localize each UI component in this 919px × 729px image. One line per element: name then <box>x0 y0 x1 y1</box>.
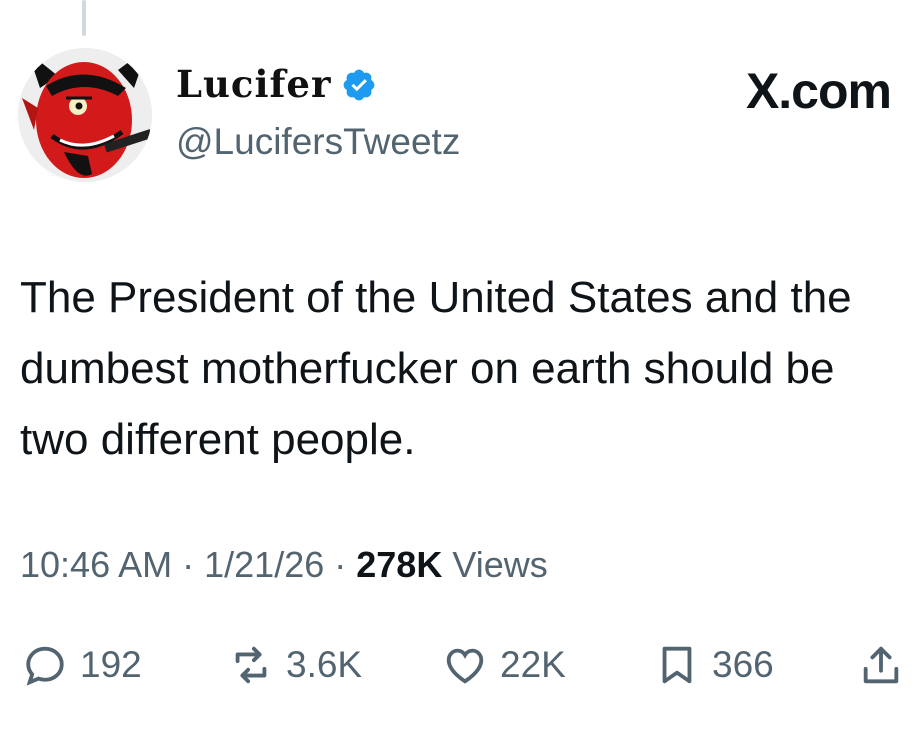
tweet-text: The President of the United States and t… <box>20 273 852 464</box>
tweet-date[interactable]: 1/21/26 <box>204 544 324 585</box>
repost-icon <box>235 646 267 684</box>
devil-avatar-image <box>18 48 152 182</box>
reply-icon <box>26 646 64 686</box>
reply-count: 192 <box>80 644 142 685</box>
user-handle[interactable]: @LucifersTweetz <box>176 123 460 160</box>
bookmark-icon <box>662 646 692 684</box>
repost-count: 3.6K <box>286 644 363 685</box>
share-icon <box>863 646 899 684</box>
avatar[interactable] <box>18 48 152 182</box>
views-count: 278K <box>356 544 443 585</box>
bookmark-count: 366 <box>712 644 774 685</box>
tweet-time[interactable]: 10:46 AM <box>20 544 172 585</box>
site-logo: X.com <box>745 63 892 119</box>
tweet-meta: 10:46 AM · 1/21/26 · 278K Views <box>20 547 548 583</box>
like-count: 22K <box>500 644 566 685</box>
bookmark-button[interactable]: 366 <box>654 642 774 688</box>
display-name-row[interactable]: Lucifer <box>176 66 377 103</box>
like-button[interactable]: 22K <box>442 642 566 688</box>
thread-connector <box>82 0 86 36</box>
separator-dot: · <box>334 544 357 585</box>
views-label: Views <box>452 544 548 585</box>
separator-dot: · <box>182 544 205 585</box>
reply-button[interactable]: 192 <box>22 642 142 688</box>
display-name: Lucifer <box>176 62 332 106</box>
tweet-actions-bar: 192 3.6K 22K 366 <box>0 642 919 698</box>
repost-button[interactable]: 3.6K <box>228 642 362 688</box>
verified-badge-icon <box>344 69 375 100</box>
share-button[interactable] <box>858 642 904 688</box>
like-icon <box>446 648 484 684</box>
